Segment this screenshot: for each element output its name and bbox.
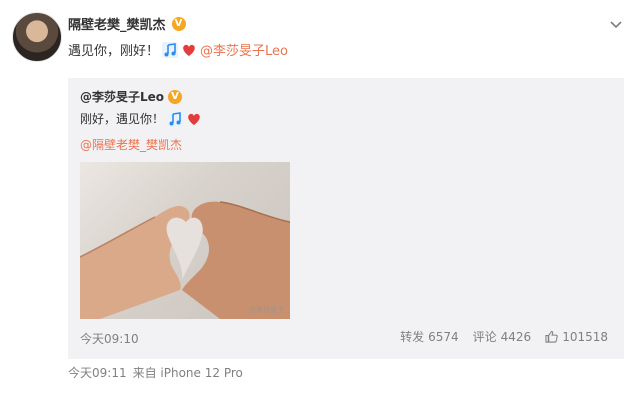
photo-watermark: @李莎旻子 — [249, 306, 284, 314]
verified-badge-icon: V — [171, 16, 186, 31]
repost-text-body: 刚好，遇见你！ — [80, 112, 165, 126]
music-note-icon — [162, 41, 179, 58]
post-author-row: 隔壁老樊_樊凯杰 V — [68, 14, 186, 33]
post-source: 来自 iPhone 12 Pro — [132, 366, 243, 380]
post-timestamp[interactable]: 今天09:11 — [68, 364, 127, 381]
repost-timestamp[interactable]: 今天09:10 — [80, 330, 139, 347]
like-count: 101518 — [562, 329, 608, 344]
music-note-icon — [167, 110, 184, 127]
repost-photo[interactable]: @李莎旻子 — [80, 162, 290, 319]
repost-text: 刚好，遇见你！ — [80, 110, 202, 127]
forward-count: 6574 — [428, 329, 459, 344]
post-mention-link[interactable]: @李莎旻子Leo — [200, 40, 288, 59]
verified-badge-icon: V — [168, 89, 183, 104]
post-author-name[interactable]: 隔壁老樊_樊凯杰 — [68, 14, 166, 33]
comment-label: 评论 — [472, 330, 497, 344]
thumbs-up-icon — [545, 330, 558, 343]
repost-author-name[interactable]: @李莎旻子Leo — [80, 88, 164, 105]
repost-forward-button[interactable]: 转发 6574 — [400, 328, 459, 345]
red-heart-icon — [183, 44, 195, 56]
repost-comment-button[interactable]: 评论 4426 — [473, 328, 532, 345]
comment-count: 4426 — [500, 329, 532, 344]
post-text-body: 遇见你，刚好！ — [68, 44, 160, 59]
repost-like-button[interactable]: 101518 — [545, 330, 608, 344]
chevron-down-icon[interactable] — [608, 16, 624, 32]
post-text: 遇见你，刚好！ @李莎旻子Leo — [68, 40, 288, 59]
repost-author-row: @李莎旻子Leo V — [80, 88, 183, 105]
avatar[interactable] — [12, 12, 62, 62]
repost-mention-link[interactable]: @隔壁老樊_樊凯杰 — [80, 136, 182, 153]
repost-stats: 转发 6574 评论 4426 101518 — [400, 328, 608, 345]
post-footer: 今天09:11 来自 iPhone 12 Pro — [68, 364, 243, 381]
forward-label: 转发 — [400, 330, 425, 344]
repost-card: @李莎旻子Leo V 刚好，遇见你！ @隔壁老樊_樊凯杰 @李莎旻子 今天09:… — [68, 78, 624, 359]
heart-hands-image — [80, 201, 290, 319]
red-heart-icon — [188, 113, 200, 125]
